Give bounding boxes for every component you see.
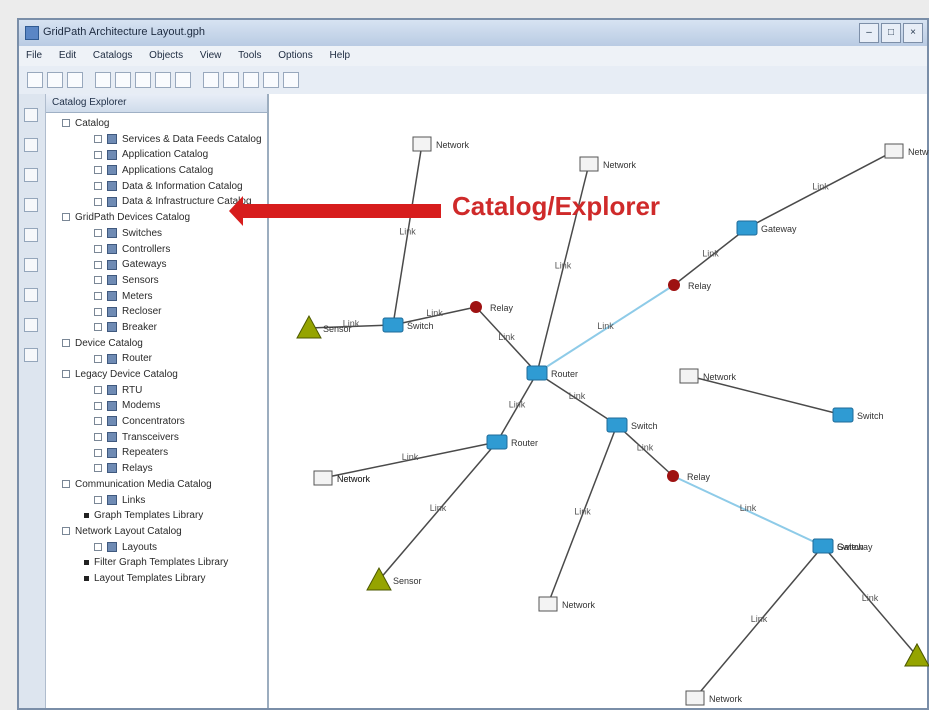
screenshot-frame: GridPath Architecture Layout.gph – □ × F… xyxy=(0,0,929,710)
annotation-label: Catalog/Explorer xyxy=(452,191,661,221)
annotation-overlay xyxy=(229,196,441,226)
annotation-arrow xyxy=(229,196,441,226)
